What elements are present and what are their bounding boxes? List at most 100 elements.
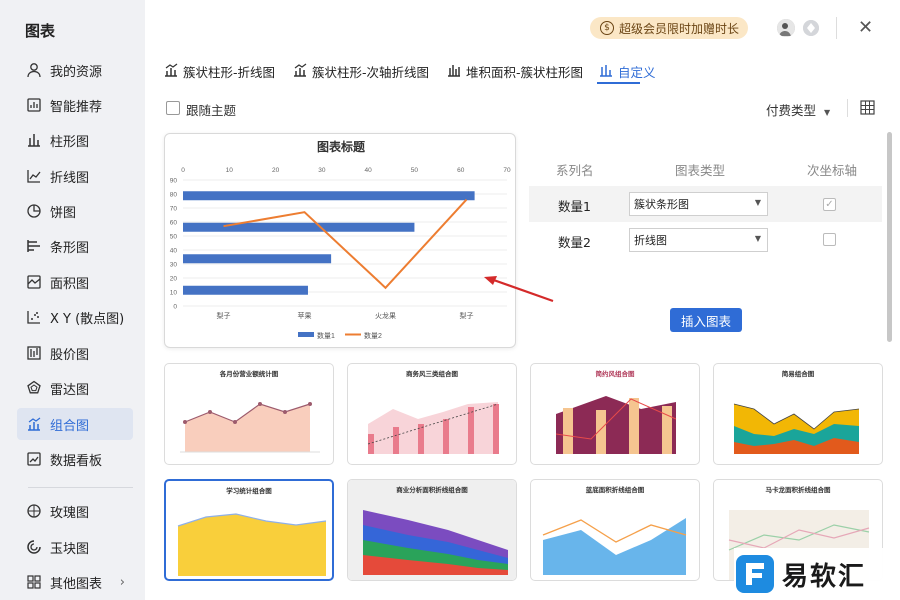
sidebar-item-label: 雷达图 <box>50 382 90 398</box>
tab-label: 簇状柱形-次轴折线图 <box>312 64 430 80</box>
vip-badge-icon[interactable] <box>803 20 819 36</box>
category-label: 苹果 <box>298 311 312 320</box>
chevron-down-icon: ▼ <box>754 234 761 243</box>
sidebar-item-scatter[interactable]: X Y (散点图) <box>17 301 133 333</box>
sidebar-item-combo[interactable]: 组合图 <box>17 408 133 440</box>
hbar-chart-icon <box>25 237 43 255</box>
template-card[interactable]: 商务风三类组合图 <box>347 363 517 465</box>
tab-custom[interactable]: 自定义 <box>598 60 656 82</box>
tab-label: 堆积面积-簇状柱形图 <box>466 64 584 80</box>
vip-promo-button[interactable]: $ 超级会员限时加赠时长 <box>590 17 748 39</box>
header-divider <box>836 17 837 39</box>
sidebar-item-radar[interactable]: 雷达图 <box>17 372 133 404</box>
toolbar-divider <box>847 99 848 117</box>
y-tick-label: 20 <box>170 276 178 283</box>
y-tick-label: 60 <box>170 220 178 227</box>
line-chart-icon <box>25 167 43 185</box>
template-card-selected[interactable]: 学习统计组合图 <box>164 479 334 581</box>
secondary-axis-checkbox-2[interactable] <box>823 233 836 246</box>
template-card[interactable]: 简易组合图 <box>713 363 883 465</box>
secondary-axis-checkbox-1[interactable]: ✓ <box>823 198 836 211</box>
sidebar-item-jade[interactable]: 玉块图 <box>17 531 133 563</box>
y-tick-label: 70 <box>170 206 178 213</box>
avatar[interactable] <box>777 19 795 37</box>
sidebar-item-area[interactable]: 面积图 <box>17 266 133 298</box>
y-tick-label: 90 <box>170 178 178 185</box>
more-chart-icon <box>25 573 43 591</box>
pay-type-dropdown[interactable]: 付费类型 ▼ <box>766 100 830 119</box>
sidebar-item-pie[interactable]: 饼图 <box>17 195 133 227</box>
template-title: 商务风三类组合图 <box>406 370 458 378</box>
template-thumbnail <box>555 396 677 454</box>
sidebar-item-label: 折线图 <box>50 170 90 186</box>
chart-dialog: 图表 我的资源 智能推荐 柱形图 折线图 饼图 条形图 面积图 X Y (散点图… <box>0 0 900 600</box>
sidebar-item-rose[interactable]: 玫瑰图 <box>17 495 133 527</box>
pay-type-label: 付费类型 <box>766 103 817 118</box>
template-title: 各月份营业额统计图 <box>219 370 279 378</box>
sidebar-item-smart-recommend[interactable]: 智能推荐 <box>17 89 133 121</box>
follow-theme-checkbox[interactable] <box>166 101 180 115</box>
template-title: 学习统计组合图 <box>226 487 272 495</box>
template-card[interactable]: 各月份营业额统计图 <box>164 363 334 465</box>
grid-view-icon[interactable] <box>860 100 875 115</box>
template-thumbnail <box>367 402 499 454</box>
chart-title: 图表标题 <box>317 139 366 154</box>
tab-stacked-area-column[interactable]: 堆积面积-簇状柱形图 <box>446 60 583 82</box>
chevron-down-icon: ▼ <box>824 108 831 117</box>
stock-chart-icon <box>25 344 43 362</box>
sidebar-item-label: 数据看板 <box>50 453 103 469</box>
vip-label: 超级会员限时加赠时长 <box>619 21 740 36</box>
template-thumbnail <box>177 513 327 576</box>
active-tab-indicator <box>597 82 640 84</box>
legend-label: 数量2 <box>364 331 382 340</box>
chart-legend: 数量1 数量2 <box>298 331 382 340</box>
category-label: 梨子 <box>217 311 231 320</box>
series-type-select-1[interactable]: 簇状条形图 ▼ <box>629 192 768 216</box>
sidebar-item-label: 其他图表 <box>50 576 103 592</box>
template-card[interactable]: 商业分析面积折线组合图 <box>347 479 517 581</box>
template-card[interactable]: 蓝底面积折线组合图 <box>530 479 700 581</box>
close-icon[interactable]: ✕ <box>858 17 873 38</box>
coin-icon: $ <box>600 21 614 35</box>
tab-clustered-column-line[interactable]: 簇状柱形-折线图 <box>163 60 275 82</box>
y-tick-label: 0 <box>173 304 177 311</box>
x-tick-label: 50 <box>411 167 419 174</box>
insert-chart-button[interactable]: 插入图表 <box>670 308 742 332</box>
sidebar-title: 图表 <box>25 22 56 40</box>
sidebar-item-more[interactable]: 其他图表 › <box>17 566 133 598</box>
series-type-select-2[interactable]: 折线图 ▼ <box>629 228 768 252</box>
y-tick-label: 10 <box>170 290 178 297</box>
follow-theme-label: 跟随主题 <box>186 103 237 118</box>
sidebar-item-label: 玉块图 <box>50 541 90 557</box>
sidebar-item-label: 智能推荐 <box>50 99 103 115</box>
sidebar-item-label: 玫瑰图 <box>50 505 90 521</box>
rose-chart-icon <box>25 502 43 520</box>
combo-chart-icon <box>163 62 179 81</box>
sidebar-item-bar[interactable]: 柱形图 <box>17 124 133 156</box>
sidebar-item-label: 柱形图 <box>50 134 90 150</box>
chart-ticks: 01020304050607080900 10 20 30 40 50 60 70梨子 苹果 火龙… <box>170 167 511 320</box>
sidebar-item-stock[interactable]: 股价图 <box>17 337 133 369</box>
sidebar-item-dashboard[interactable]: 数据看板 <box>17 443 133 475</box>
template-title: 简易组合图 <box>781 370 815 378</box>
x-tick-label: 70 <box>503 167 511 174</box>
smart-icon <box>25 96 43 114</box>
scatter-chart-icon <box>25 308 43 326</box>
tab-clustered-column-secondary-line[interactable]: 簇状柱形-次轴折线图 <box>292 60 429 82</box>
chart-line <box>223 198 468 290</box>
scrollbar[interactable] <box>887 132 892 342</box>
template-thumbnail <box>180 402 320 453</box>
sidebar-item-label: 饼图 <box>50 205 77 221</box>
template-card[interactable]: 简约风组合图 <box>530 363 700 465</box>
annotation-arrow <box>484 276 554 303</box>
sidebar-item-label: 条形图 <box>50 240 90 256</box>
line-series <box>223 198 468 290</box>
sidebar-item-line[interactable]: 折线图 <box>17 160 133 192</box>
bar-chart-icon <box>25 131 43 149</box>
sidebar-item-hbar[interactable]: 条形图 <box>17 230 133 262</box>
header-secondary-axis: 次坐标轴 <box>807 163 858 178</box>
template-title: 马卡龙面积折线组合图 <box>765 486 831 494</box>
series-type-value: 簇状条形图 <box>634 198 689 211</box>
area-chart-icon <box>25 273 43 291</box>
sidebar-item-my-resources[interactable]: 我的资源 <box>17 54 133 86</box>
